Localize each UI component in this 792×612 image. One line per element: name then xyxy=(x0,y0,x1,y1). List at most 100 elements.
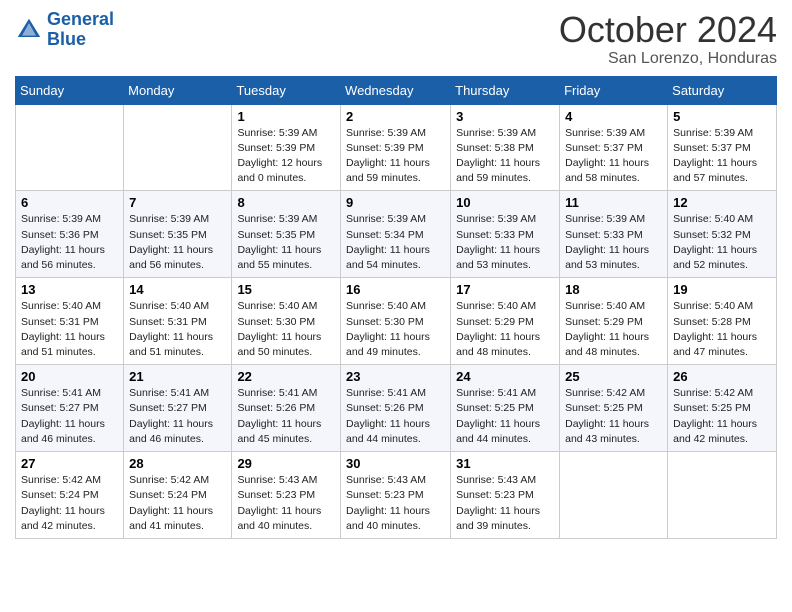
day-info: Sunrise: 5:39 AMSunset: 5:37 PMDaylight:… xyxy=(565,126,662,187)
day-number: 11 xyxy=(565,195,662,210)
day-cell xyxy=(124,104,232,191)
day-number: 2 xyxy=(346,109,445,124)
logo-line1: General xyxy=(47,9,114,29)
logo-line2: Blue xyxy=(47,29,86,49)
day-cell: 26 Sunrise: 5:42 AMSunset: 5:25 PMDayligh… xyxy=(668,365,777,452)
day-number: 6 xyxy=(21,195,118,210)
day-cell: 19 Sunrise: 5:40 AMSunset: 5:28 PMDayligh… xyxy=(668,278,777,365)
day-number: 21 xyxy=(129,369,226,384)
logo: General Blue xyxy=(15,10,114,50)
day-cell: 14 Sunrise: 5:40 AMSunset: 5:31 PMDayligh… xyxy=(124,278,232,365)
col-header-monday: Monday xyxy=(124,76,232,104)
day-number: 16 xyxy=(346,282,445,297)
day-number: 1 xyxy=(237,109,335,124)
header: General Blue October 2024 San Lorenzo, H… xyxy=(15,10,777,68)
day-number: 29 xyxy=(237,456,335,471)
week-row-2: 6 Sunrise: 5:39 AMSunset: 5:36 PMDaylight… xyxy=(16,191,777,278)
day-number: 24 xyxy=(456,369,554,384)
day-cell: 24 Sunrise: 5:41 AMSunset: 5:25 PMDayligh… xyxy=(451,365,560,452)
day-info: Sunrise: 5:41 AMSunset: 5:26 PMDaylight:… xyxy=(237,386,335,447)
day-cell: 27Sunrise: 5:42 AMSunset: 5:24 PMDayligh… xyxy=(16,452,124,539)
day-cell: 23Sunrise: 5:41 AMSunset: 5:26 PMDayligh… xyxy=(341,365,451,452)
week-row-4: 20Sunrise: 5:41 AMSunset: 5:27 PMDayligh… xyxy=(16,365,777,452)
week-row-1: 1 Sunrise: 5:39 AMSunset: 5:39 PMDaylight… xyxy=(16,104,777,191)
day-cell xyxy=(560,452,668,539)
day-cell: 1 Sunrise: 5:39 AMSunset: 5:39 PMDaylight… xyxy=(232,104,341,191)
day-number: 28 xyxy=(129,456,226,471)
day-cell: 6 Sunrise: 5:39 AMSunset: 5:36 PMDaylight… xyxy=(16,191,124,278)
day-cell: 17 Sunrise: 5:40 AMSunset: 5:29 PMDayligh… xyxy=(451,278,560,365)
col-header-thursday: Thursday xyxy=(451,76,560,104)
month-title: October 2024 xyxy=(559,10,777,50)
day-info: Sunrise: 5:40 AMSunset: 5:30 PMDaylight:… xyxy=(346,299,445,360)
col-header-friday: Friday xyxy=(560,76,668,104)
day-number: 26 xyxy=(673,369,771,384)
day-number: 19 xyxy=(673,282,771,297)
day-info: Sunrise: 5:39 AMSunset: 5:37 PMDaylight:… xyxy=(673,126,771,187)
day-cell: 11 Sunrise: 5:39 AMSunset: 5:33 PMDayligh… xyxy=(560,191,668,278)
page: General Blue October 2024 San Lorenzo, H… xyxy=(0,0,792,612)
week-row-3: 13 Sunrise: 5:40 AMSunset: 5:31 PMDayligh… xyxy=(16,278,777,365)
col-header-tuesday: Tuesday xyxy=(232,76,341,104)
day-number: 10 xyxy=(456,195,554,210)
col-header-saturday: Saturday xyxy=(668,76,777,104)
day-number: 23 xyxy=(346,369,445,384)
day-number: 13 xyxy=(21,282,118,297)
day-info: Sunrise: 5:42 AMSunset: 5:24 PMDaylight:… xyxy=(21,473,118,534)
day-info: Sunrise: 5:43 AMSunset: 5:23 PMDaylight:… xyxy=(456,473,554,534)
day-info: Sunrise: 5:40 AMSunset: 5:30 PMDaylight:… xyxy=(237,299,335,360)
calendar-header-row: SundayMondayTuesdayWednesdayThursdayFrid… xyxy=(16,76,777,104)
day-cell: 30Sunrise: 5:43 AMSunset: 5:23 PMDayligh… xyxy=(341,452,451,539)
day-number: 8 xyxy=(237,195,335,210)
day-info: Sunrise: 5:39 AMSunset: 5:33 PMDaylight:… xyxy=(456,212,554,273)
day-info: Sunrise: 5:40 AMSunset: 5:29 PMDaylight:… xyxy=(565,299,662,360)
day-cell: 4 Sunrise: 5:39 AMSunset: 5:37 PMDaylight… xyxy=(560,104,668,191)
day-number: 12 xyxy=(673,195,771,210)
day-info: Sunrise: 5:39 AMSunset: 5:39 PMDaylight:… xyxy=(237,126,335,187)
day-cell: 18Sunrise: 5:40 AMSunset: 5:29 PMDayligh… xyxy=(560,278,668,365)
day-info: Sunrise: 5:39 AMSunset: 5:35 PMDaylight:… xyxy=(129,212,226,273)
day-info: Sunrise: 5:42 AMSunset: 5:24 PMDaylight:… xyxy=(129,473,226,534)
day-cell: 28 Sunrise: 5:42 AMSunset: 5:24 PMDayligh… xyxy=(124,452,232,539)
day-info: Sunrise: 5:39 AMSunset: 5:36 PMDaylight:… xyxy=(21,212,118,273)
day-info: Sunrise: 5:41 AMSunset: 5:25 PMDaylight:… xyxy=(456,386,554,447)
day-number: 22 xyxy=(237,369,335,384)
day-cell: 22 Sunrise: 5:41 AMSunset: 5:26 PMDayligh… xyxy=(232,365,341,452)
day-number: 4 xyxy=(565,109,662,124)
calendar-table: SundayMondayTuesdayWednesdayThursdayFrid… xyxy=(15,76,777,539)
day-number: 20 xyxy=(21,369,118,384)
day-cell: 3Sunrise: 5:39 AMSunset: 5:38 PMDaylight… xyxy=(451,104,560,191)
day-info: Sunrise: 5:40 AMSunset: 5:32 PMDaylight:… xyxy=(673,212,771,273)
day-cell: 10 Sunrise: 5:39 AMSunset: 5:33 PMDayligh… xyxy=(451,191,560,278)
day-info: Sunrise: 5:43 AMSunset: 5:23 PMDaylight:… xyxy=(237,473,335,534)
day-info: Sunrise: 5:40 AMSunset: 5:31 PMDaylight:… xyxy=(129,299,226,360)
day-info: Sunrise: 5:40 AMSunset: 5:31 PMDaylight:… xyxy=(21,299,118,360)
day-cell: 20Sunrise: 5:41 AMSunset: 5:27 PMDayligh… xyxy=(16,365,124,452)
day-number: 30 xyxy=(346,456,445,471)
day-cell xyxy=(668,452,777,539)
day-number: 25 xyxy=(565,369,662,384)
day-number: 5 xyxy=(673,109,771,124)
day-number: 9 xyxy=(346,195,445,210)
day-cell: 7 Sunrise: 5:39 AMSunset: 5:35 PMDaylight… xyxy=(124,191,232,278)
day-cell: 29 Sunrise: 5:43 AMSunset: 5:23 PMDayligh… xyxy=(232,452,341,539)
day-cell: 13 Sunrise: 5:40 AMSunset: 5:31 PMDayligh… xyxy=(16,278,124,365)
day-info: Sunrise: 5:39 AMSunset: 5:33 PMDaylight:… xyxy=(565,212,662,273)
day-info: Sunrise: 5:40 AMSunset: 5:28 PMDaylight:… xyxy=(673,299,771,360)
day-cell: 16 Sunrise: 5:40 AMSunset: 5:30 PMDayligh… xyxy=(341,278,451,365)
day-cell: 8Sunrise: 5:39 AMSunset: 5:35 PMDaylight… xyxy=(232,191,341,278)
day-cell: 9 Sunrise: 5:39 AMSunset: 5:34 PMDaylight… xyxy=(341,191,451,278)
day-cell: 31 Sunrise: 5:43 AMSunset: 5:23 PMDayligh… xyxy=(451,452,560,539)
day-cell: 12 Sunrise: 5:40 AMSunset: 5:32 PMDayligh… xyxy=(668,191,777,278)
title-block: October 2024 San Lorenzo, Honduras xyxy=(559,10,777,68)
day-number: 31 xyxy=(456,456,554,471)
day-info: Sunrise: 5:39 AMSunset: 5:34 PMDaylight:… xyxy=(346,212,445,273)
day-number: 7 xyxy=(129,195,226,210)
day-number: 14 xyxy=(129,282,226,297)
day-info: Sunrise: 5:39 AMSunset: 5:39 PMDaylight:… xyxy=(346,126,445,187)
day-number: 17 xyxy=(456,282,554,297)
day-cell: 21Sunrise: 5:41 AMSunset: 5:27 PMDayligh… xyxy=(124,365,232,452)
day-info: Sunrise: 5:42 AMSunset: 5:25 PMDaylight:… xyxy=(673,386,771,447)
day-info: Sunrise: 5:40 AMSunset: 5:29 PMDaylight:… xyxy=(456,299,554,360)
day-info: Sunrise: 5:42 AMSunset: 5:25 PMDaylight:… xyxy=(565,386,662,447)
